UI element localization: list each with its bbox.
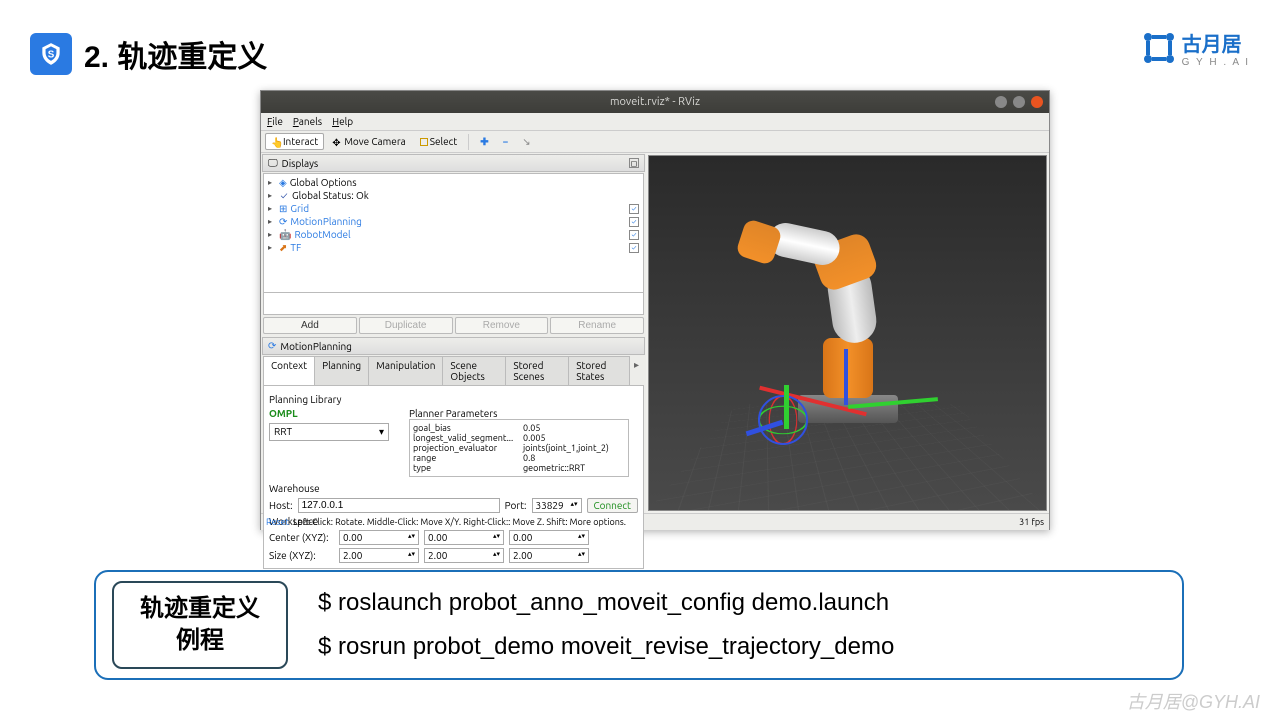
displays-tree[interactable]: ▸◈Global Options ▸✓Global Status: Ok ▸⊞G…: [263, 173, 644, 293]
size-z-input[interactable]: 2.00▴▾: [509, 548, 589, 563]
rviz-window: moveit.rviz* - RViz File Panels Help 👆In…: [260, 90, 1050, 530]
titlebar[interactable]: moveit.rviz* - RViz: [261, 91, 1049, 113]
center-y-input[interactable]: 0.00▴▾: [424, 530, 504, 545]
menubar: File Panels Help: [261, 113, 1049, 131]
command-box: 轨迹重定义 例程 $ roslaunch probot_anno_moveit_…: [94, 570, 1184, 680]
grid-checkbox[interactable]: ✓: [629, 204, 639, 214]
center-label: Center (XYZ):: [269, 532, 334, 543]
planner-select[interactable]: RRT▾: [269, 423, 389, 441]
fps-display: 31 fps: [1019, 517, 1044, 527]
param-table[interactable]: goal_bias0.05 longest_valid_segment...0.…: [409, 419, 629, 477]
command-1: $ roslaunch probot_anno_moveit_config de…: [318, 581, 894, 625]
undock-icon[interactable]: ◻: [629, 158, 639, 168]
slide-icon: S: [30, 33, 72, 75]
select-button[interactable]: Select: [414, 133, 463, 150]
planner-params-label: Planner Parameters: [409, 408, 629, 419]
host-label: Host:: [269, 500, 293, 511]
planning-library-label: Planning Library: [269, 394, 638, 405]
ompl-label: OMPL: [269, 408, 389, 419]
slide-title: 2. 轨迹重定义: [84, 32, 267, 76]
brand-logo: 古月居 G Y H . A I: [1142, 28, 1250, 68]
displays-header[interactable]: 🖵 Displays ◻: [262, 154, 645, 172]
monitor-icon: 🖵: [268, 157, 278, 169]
add-button[interactable]: Add: [263, 317, 357, 334]
motionplanning-header[interactable]: ⟳MotionPlanning: [262, 337, 645, 355]
minimize-icon[interactable]: [995, 96, 1007, 108]
menu-file[interactable]: File: [267, 116, 283, 127]
3d-viewport[interactable]: [648, 155, 1047, 511]
tf-checkbox[interactable]: ✓: [629, 243, 639, 253]
mouse-hint: Left-Click: Rotate. Middle-Click: Move X…: [293, 517, 626, 527]
menu-panels[interactable]: Panels: [293, 116, 322, 127]
center-z-input[interactable]: 0.00▴▾: [509, 530, 589, 545]
svg-text:S: S: [48, 49, 55, 60]
window-title: moveit.rviz* - RViz: [610, 96, 700, 108]
brand-sub: G Y H . A I: [1182, 57, 1250, 68]
size-x-input[interactable]: 2.00▴▾: [339, 548, 419, 563]
motionplanning-checkbox[interactable]: ✓: [629, 217, 639, 227]
add-tool-icon[interactable]: ✚: [474, 133, 494, 151]
interact-button[interactable]: 👆Interact: [265, 133, 324, 150]
host-input[interactable]: [298, 498, 500, 513]
brand-name: 古月居: [1182, 28, 1250, 57]
rename-button[interactable]: Rename: [550, 317, 644, 334]
remove-button[interactable]: Remove: [455, 317, 549, 334]
motion-tabs: Context Planning Manipulation Scene Obje…: [263, 356, 644, 386]
command-label: 轨迹重定义 例程: [112, 581, 288, 669]
move-camera-button[interactable]: ✥Move Camera: [326, 133, 412, 150]
size-label: Size (XYZ):: [269, 550, 334, 561]
tab-planning[interactable]: Planning: [314, 356, 369, 385]
toolbar: 👆Interact ✥Move Camera Select ✚ − ↘: [261, 131, 1049, 153]
close-icon[interactable]: [1031, 96, 1043, 108]
tab-overflow-icon[interactable]: ▸: [629, 356, 644, 385]
maximize-icon[interactable]: [1013, 96, 1025, 108]
remove-tool-icon[interactable]: −: [497, 133, 515, 150]
duplicate-button[interactable]: Duplicate: [359, 317, 453, 334]
context-panel: Planning Library OMPL RRT▾ Planner Param…: [263, 386, 644, 569]
size-y-input[interactable]: 2.00▴▾: [424, 548, 504, 563]
tab-context[interactable]: Context: [263, 356, 315, 385]
watermark: 古月居@GYH.AI: [1127, 688, 1260, 714]
connect-button[interactable]: Connect: [587, 498, 639, 513]
tab-manipulation[interactable]: Manipulation: [368, 356, 443, 385]
warehouse-label: Warehouse: [269, 483, 638, 494]
port-label: Port:: [505, 500, 527, 511]
arrow-tool-icon[interactable]: ↘: [516, 133, 536, 151]
left-panel: 🖵 Displays ◻ ▸◈Global Options ▸✓Global S…: [261, 153, 646, 513]
robotmodel-checkbox[interactable]: ✓: [629, 230, 639, 240]
menu-help[interactable]: Help: [332, 116, 353, 127]
port-input[interactable]: 33829▴▾: [532, 498, 582, 513]
center-x-input[interactable]: 0.00▴▾: [339, 530, 419, 545]
axis-z: [844, 349, 848, 405]
tab-stored-scenes[interactable]: Stored Scenes: [505, 356, 569, 385]
tab-stored-states[interactable]: Stored States: [568, 356, 630, 385]
tab-scene-objects[interactable]: Scene Objects: [442, 356, 506, 385]
reset-link[interactable]: Reset: [266, 517, 289, 527]
command-2: $ rosrun probot_demo moveit_revise_traje…: [318, 625, 894, 669]
